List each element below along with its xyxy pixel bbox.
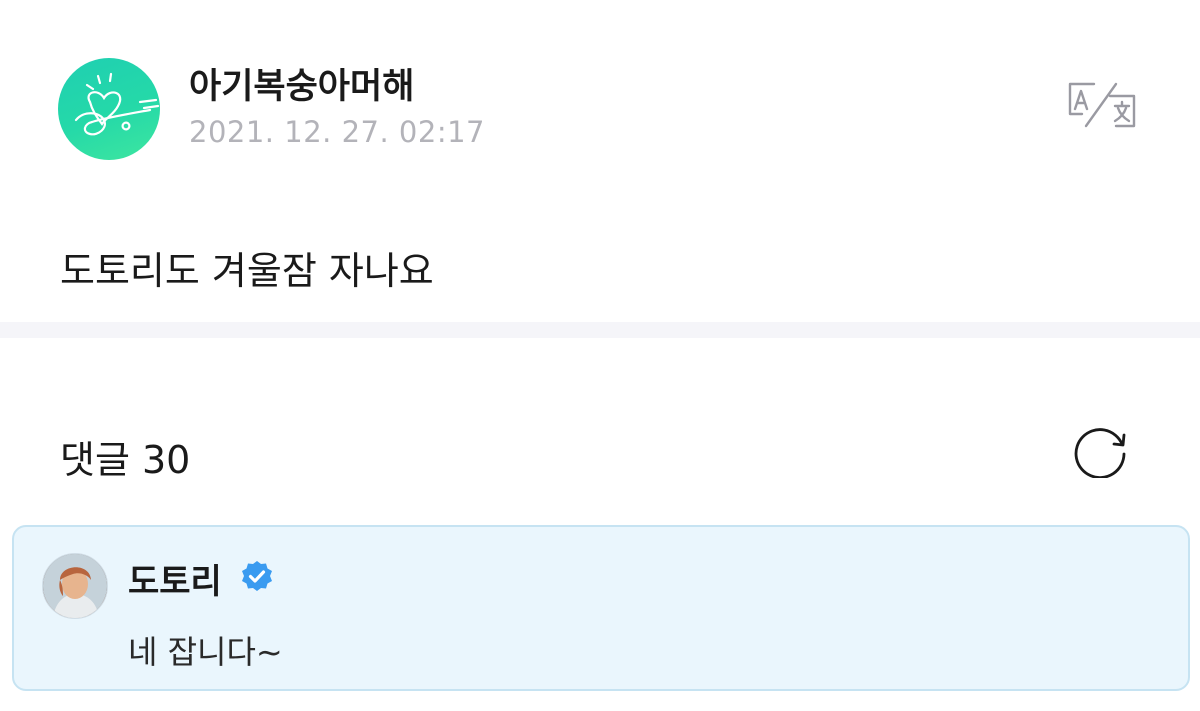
verified-badge-icon: [240, 559, 274, 593]
post-body-text: 도토리도 겨울잠 자나요: [60, 249, 434, 293]
author-avatar[interactable]: [58, 58, 160, 160]
section-divider: [0, 322, 1200, 338]
translate-icon: [1068, 82, 1136, 128]
translate-button[interactable]: [1064, 80, 1140, 130]
comment-text: 네 잡니다~: [128, 633, 283, 671]
commenter-avatar[interactable]: [42, 553, 108, 619]
refresh-comments-button[interactable]: [1072, 424, 1132, 478]
artist-logo-heart-icon: [74, 72, 160, 136]
refresh-icon: [1074, 428, 1126, 478]
comment-item[interactable]: 도토리 네 잡니다~: [12, 525, 1190, 691]
profile-photo-icon: [43, 554, 107, 618]
post-header: 아기복숭아머해 2021. 12. 27. 02:17: [0, 0, 1200, 190]
post-timestamp: 2021. 12. 27. 02:17: [189, 115, 485, 149]
commenter-name[interactable]: 도토리: [128, 554, 222, 603]
comments-count-title: 댓글 30: [60, 438, 191, 482]
author-name[interactable]: 아기복숭아머해: [189, 58, 414, 109]
